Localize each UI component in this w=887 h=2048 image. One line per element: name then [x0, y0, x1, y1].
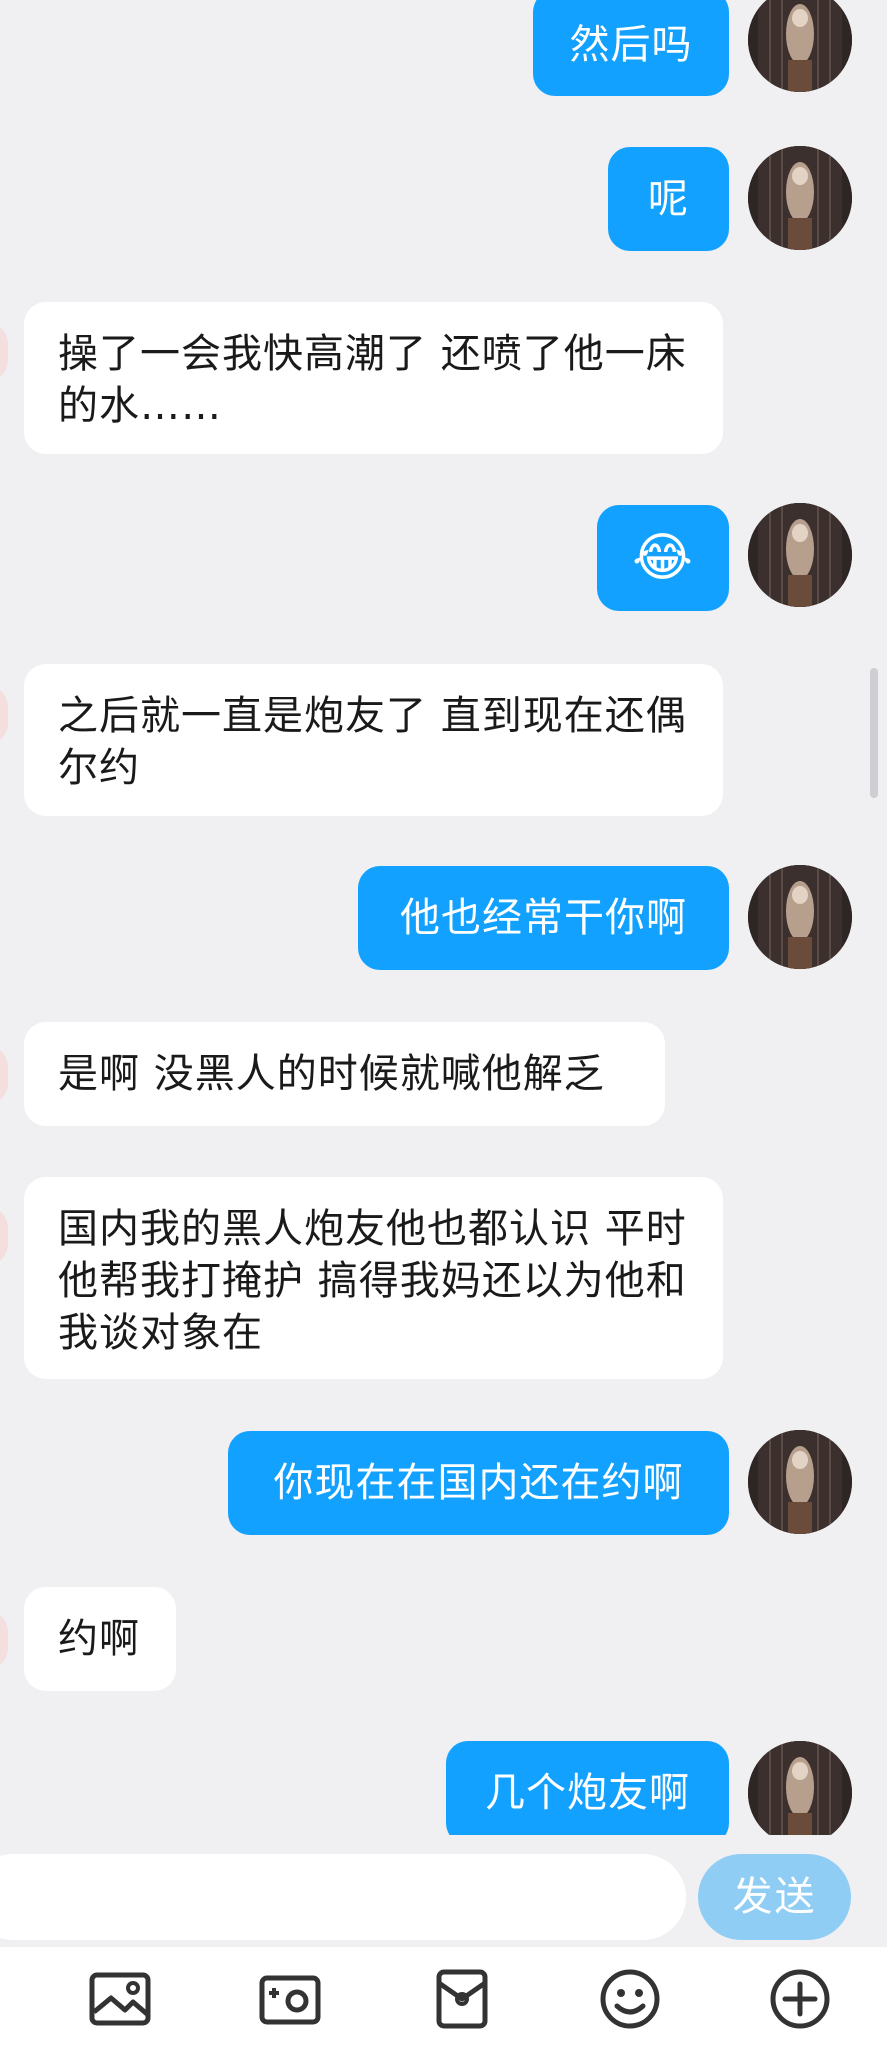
outgoing-bubble[interactable]: 呢 — [608, 147, 729, 251]
self-avatar[interactable] — [748, 503, 852, 607]
incoming-bubble[interactable]: 国内我的黑人炮友他也都认识 平时他帮我打掩护 搞得我妈还以为他和我谈对象在 — [24, 1177, 723, 1379]
self-avatar[interactable] — [748, 1430, 852, 1534]
avatar-image — [748, 1430, 852, 1534]
contact-avatar[interactable] — [0, 1610, 8, 1670]
outgoing-bubble[interactable]: 然后吗 — [533, 0, 729, 96]
avatar-image — [748, 503, 852, 607]
self-avatar[interactable] — [748, 146, 852, 250]
plus-icon[interactable] — [768, 1967, 832, 2031]
chat-area[interactable]: 然后吗 呢 操了一会我快高潮了 还喷了他一床的水…… 😂 之后就一直是炮友了 直… — [0, 0, 887, 1835]
send-button[interactable]: 发送 — [698, 1854, 851, 1940]
input-toolbar — [0, 1947, 887, 2048]
contact-avatar[interactable] — [0, 1045, 8, 1105]
message-input[interactable] — [0, 1854, 686, 1940]
incoming-bubble[interactable]: 操了一会我快高潮了 还喷了他一床的水…… — [24, 302, 723, 454]
incoming-bubble[interactable]: 是啊 没黑人的时候就喊他解乏 — [24, 1022, 665, 1126]
scrollbar[interactable] — [870, 668, 878, 798]
contact-avatar[interactable] — [0, 685, 8, 745]
avatar-image — [748, 865, 852, 969]
incoming-bubble[interactable]: 约啊 — [24, 1587, 176, 1691]
avatar-image — [748, 0, 852, 92]
outgoing-bubble[interactable]: 几个炮友啊 — [446, 1741, 729, 1835]
image-icon[interactable] — [88, 1967, 152, 2031]
camera-icon[interactable] — [258, 1967, 322, 2031]
emoji-icon[interactable] — [598, 1967, 662, 2031]
outgoing-bubble[interactable]: 他也经常干你啊 — [358, 866, 729, 970]
avatar-image — [748, 146, 852, 250]
self-avatar[interactable] — [748, 0, 852, 92]
avatar-image — [748, 1741, 852, 1835]
outgoing-bubble[interactable]: 😂 — [597, 505, 729, 611]
composer: 发送 — [0, 1835, 887, 1947]
incoming-bubble[interactable]: 之后就一直是炮友了 直到现在还偶尔约 — [24, 664, 723, 816]
contact-avatar[interactable] — [0, 1206, 8, 1266]
outgoing-bubble[interactable]: 你现在在国内还在约啊 — [228, 1431, 729, 1535]
red-packet-icon[interactable] — [430, 1967, 494, 2031]
contact-avatar[interactable] — [0, 322, 8, 382]
self-avatar[interactable] — [748, 1741, 852, 1835]
self-avatar[interactable] — [748, 865, 852, 969]
